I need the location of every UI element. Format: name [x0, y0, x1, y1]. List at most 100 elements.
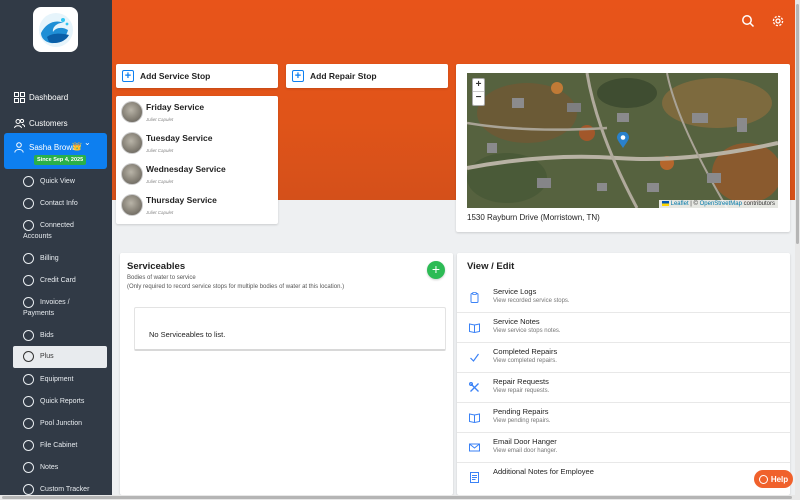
- service-tech: Juliet Capulet: [146, 210, 174, 215]
- sidebar-item-label: Contact Info: [40, 200, 78, 207]
- circle-icon: [23, 484, 34, 495]
- view-edit-additional-notes[interactable]: Additional Notes for Employee: [457, 463, 790, 493]
- sidebar-item-file-cabinet[interactable]: File Cabinet: [0, 434, 112, 456]
- view-edit-pending-repairs[interactable]: Pending Repairs View pending repairs.: [457, 403, 790, 433]
- view-edit-item-title: Pending Repairs: [493, 407, 549, 416]
- search-icon[interactable]: [741, 14, 755, 28]
- sidebar-item-label: Pool Junction: [40, 420, 83, 427]
- sidebar-item-label: Custom Tracker: [40, 486, 90, 493]
- view-edit-repair-requests[interactable]: Repair Requests View repair requests.: [457, 373, 790, 403]
- avatar: [121, 101, 143, 123]
- circle-icon: [23, 374, 34, 385]
- serviceables-title: Serviceables: [127, 261, 186, 272]
- sidebar-item-bids[interactable]: Bids: [0, 324, 112, 346]
- satellite-map[interactable]: + − Leaflet | © OpenStreetMap contributo…: [467, 73, 778, 208]
- service-item-wednesday[interactable]: Wednesday Service Juliet Capulet: [121, 162, 271, 190]
- view-edit-item-desc: View repair requests.: [493, 388, 550, 394]
- help-label: Help: [770, 474, 789, 484]
- attrib-tail: contributors: [741, 201, 775, 207]
- crown-icon: 👑: [72, 142, 82, 151]
- dashboard-icon: [14, 91, 25, 103]
- sidebar-item-dashboard[interactable]: Dashboard: [0, 84, 112, 110]
- circle-icon: [23, 253, 34, 264]
- circle-icon: [23, 275, 34, 286]
- sidebar-item-credit-card[interactable]: Credit Card: [0, 269, 112, 291]
- service-item-thursday[interactable]: Thursday Service Juliet Capulet: [121, 193, 271, 221]
- service-item-tuesday[interactable]: Tuesday Service Juliet Capulet: [121, 131, 271, 159]
- avatar: [121, 194, 143, 216]
- sidebar-item-label: Equipment: [40, 376, 74, 383]
- clipboard-icon: [469, 292, 480, 303]
- service-tech: Juliet Capulet: [146, 117, 174, 122]
- book-icon: [469, 322, 480, 334]
- serviceables-hint-note: (Only required to record service stops f…: [127, 284, 345, 290]
- app-logo[interactable]: [33, 7, 78, 52]
- view-edit-item-title: Completed Repairs: [493, 347, 558, 356]
- sidebar-item-plus[interactable]: Plus: [13, 346, 107, 368]
- help-button[interactable]: Help: [754, 470, 793, 488]
- book-icon: [469, 412, 480, 424]
- plus-square-icon: +: [292, 70, 304, 82]
- map-attribution: Leaflet | © OpenStreetMap contributors: [658, 199, 778, 208]
- view-edit-completed-repairs[interactable]: Completed Repairs View completed repairs…: [457, 343, 790, 373]
- circle-icon: [23, 462, 34, 473]
- view-edit-item-desc: View completed repairs.: [493, 358, 557, 364]
- scrollbar-thumb[interactable]: [2, 496, 792, 499]
- map-pin-icon[interactable]: [617, 132, 629, 149]
- view-edit-service-notes[interactable]: Service Notes View service stops notes.: [457, 313, 790, 343]
- view-edit-item-title: Service Logs: [493, 287, 537, 296]
- customer-submenu: Quick View Contact Info Connected Accoun…: [0, 170, 112, 500]
- service-title: Friday Service: [146, 102, 205, 112]
- notes-icon: [469, 472, 480, 483]
- leaflet-link[interactable]: Leaflet: [671, 201, 689, 207]
- add-repair-stop-button[interactable]: + Add Repair Stop: [286, 64, 448, 88]
- sidebar-item-pool-junction[interactable]: Pool Junction: [0, 412, 112, 434]
- sidebar-item-contact-info[interactable]: Contact Info: [0, 192, 112, 214]
- since-badge: Since Sep 4, 2025: [34, 155, 87, 165]
- service-tech: Juliet Capulet: [146, 179, 174, 184]
- sidebar-item-equipment[interactable]: Equipment: [0, 368, 112, 390]
- zoom-in-button[interactable]: +: [473, 79, 484, 92]
- attrib-separator: | ©: [688, 201, 700, 207]
- scrollbar-thumb[interactable]: [796, 4, 799, 244]
- property-address: 1530 Rayburn Drive (Morristown, TN): [467, 213, 600, 222]
- view-edit-item-title: Email Door Hanger: [493, 437, 557, 446]
- circle-icon: [23, 176, 34, 187]
- chevron-down-icon[interactable]: ⌄: [84, 138, 91, 147]
- sidebar-item-invoices-payments[interactable]: Invoices / Payments: [0, 291, 112, 324]
- circle-icon: [23, 198, 34, 209]
- map-card: + − Leaflet | © OpenStreetMap contributo…: [456, 64, 790, 232]
- vertical-scrollbar[interactable]: [795, 0, 800, 500]
- circle-icon: [23, 351, 34, 362]
- gear-icon[interactable]: [771, 14, 785, 28]
- circle-icon: [23, 418, 34, 429]
- sidebar-item-label: Plus: [40, 353, 54, 360]
- check-icon: [469, 352, 480, 363]
- ukraine-flag-icon: [661, 200, 669, 206]
- customer-name: Sasha Brown: [29, 143, 77, 152]
- current-customer[interactable]: Sasha Brown 👑 ⌄ Since Sep 4, 2025: [4, 133, 107, 169]
- add-service-stop-button[interactable]: + Add Service Stop: [116, 64, 278, 88]
- view-edit-item-title: Service Notes: [493, 317, 540, 326]
- add-serviceable-button[interactable]: +: [427, 261, 445, 279]
- service-title: Thursday Service: [146, 195, 217, 205]
- service-item-friday[interactable]: Friday Service Juliet Capulet: [121, 100, 271, 128]
- service-title: Tuesday Service: [146, 133, 213, 143]
- map-zoom-control: + −: [472, 78, 485, 106]
- sidebar-item-quick-view[interactable]: Quick View: [0, 170, 112, 192]
- sidebar-item-label: Customers: [29, 118, 68, 128]
- view-edit-email-door-hanger[interactable]: Email Door Hanger View email door hanger…: [457, 433, 790, 463]
- sidebar-item-quick-reports[interactable]: Quick Reports: [0, 390, 112, 412]
- view-edit-service-logs[interactable]: Service Logs View recorded service stops…: [457, 283, 790, 313]
- sidebar-item-notes[interactable]: Notes: [0, 456, 112, 478]
- wave-logo-icon: [38, 12, 73, 47]
- sidebar-item-billing[interactable]: Billing: [0, 247, 112, 269]
- sidebar-item-connected-accounts[interactable]: Connected Accounts: [0, 214, 112, 247]
- openstreetmap-link[interactable]: OpenStreetMap: [700, 201, 742, 207]
- sidebar-item-label: Quick Reports: [40, 398, 85, 405]
- serviceables-hint: Bodies of water to service: [127, 275, 196, 281]
- service-title: Wednesday Service: [146, 164, 226, 174]
- sidebar-item-label: Credit Card: [40, 277, 76, 284]
- zoom-out-button[interactable]: −: [473, 92, 484, 105]
- horizontal-scrollbar[interactable]: [0, 495, 795, 500]
